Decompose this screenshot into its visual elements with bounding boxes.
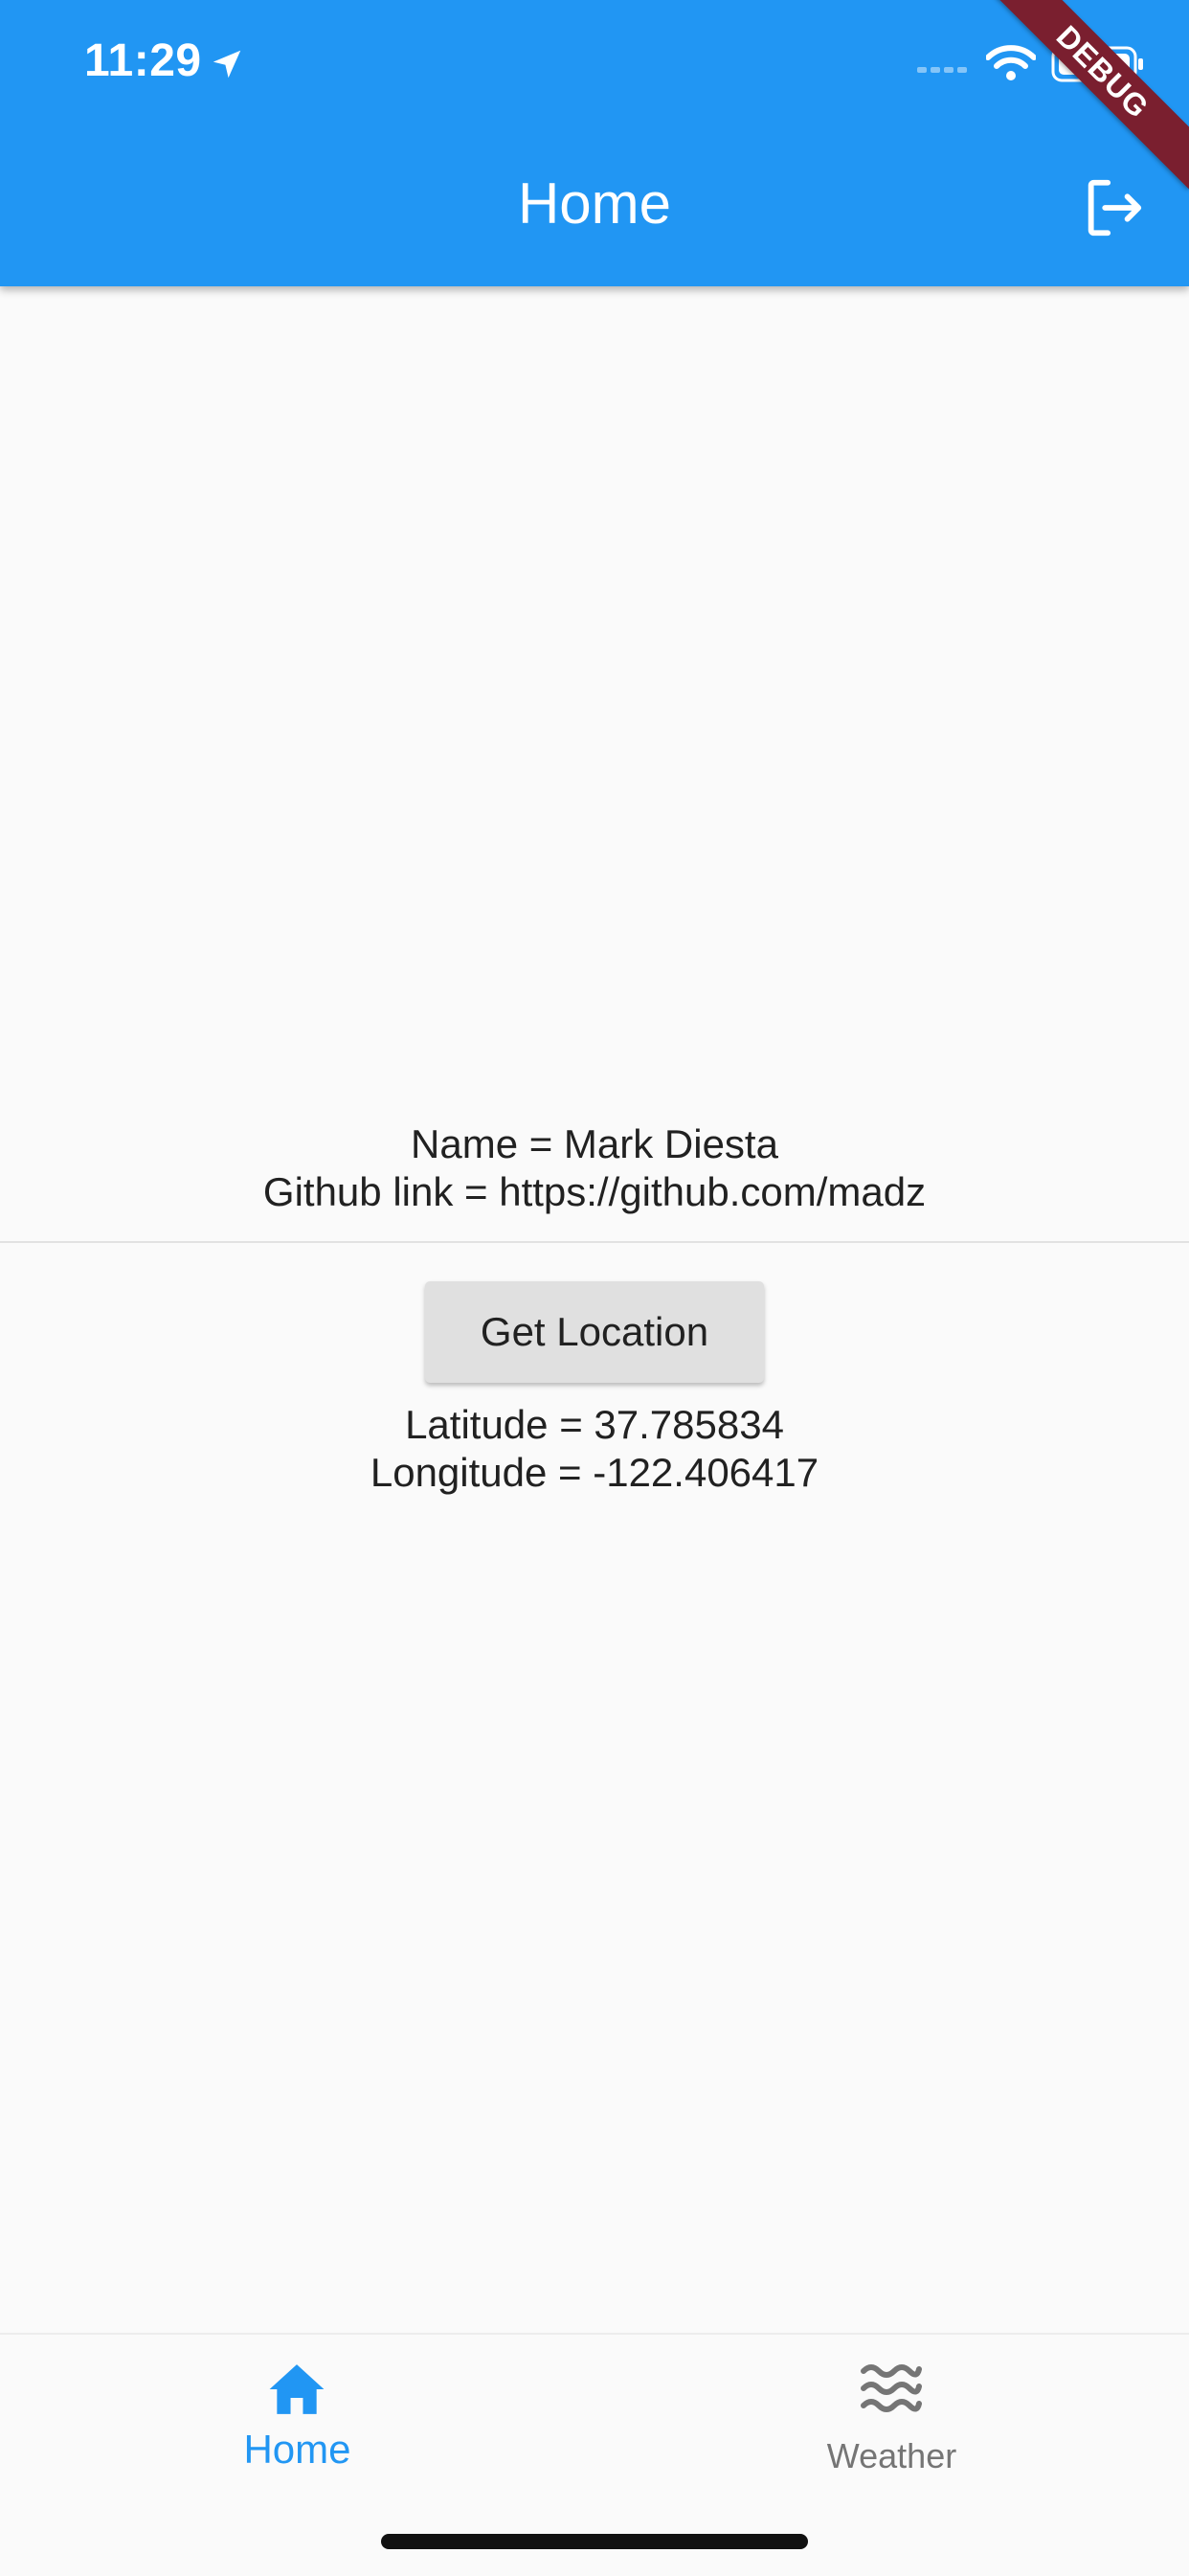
nav-item-weather[interactable]: Weather <box>594 2335 1189 2526</box>
logout-button[interactable] <box>1080 174 1147 241</box>
debug-banner: DEBUG <box>985 0 1189 190</box>
app-bar: 11:29 DEBUG Home <box>0 0 1189 286</box>
cellular-signal-icon <box>917 67 967 73</box>
home-icon <box>269 2364 325 2414</box>
get-location-button[interactable]: Get Location <box>425 1281 764 1383</box>
location-arrow-icon <box>213 50 241 79</box>
page-title: Home <box>517 171 672 236</box>
nav-label-home: Home <box>243 2427 351 2472</box>
divider <box>0 1241 1189 1243</box>
nav-item-home[interactable]: Home <box>0 2335 594 2526</box>
wifi-icon <box>986 45 1036 80</box>
nav-label-weather: Weather <box>826 2436 957 2475</box>
longitude-text: Longitude = -122.406417 <box>370 1450 819 1495</box>
github-link-text: Github link = https://github.com/madz <box>262 1169 927 1214</box>
status-time: 11:29 <box>84 35 202 86</box>
name-text: Name = Mark Diesta <box>411 1121 778 1166</box>
logout-icon <box>1088 179 1142 237</box>
home-indicator <box>381 2534 808 2549</box>
waves-icon <box>861 2364 922 2412</box>
latitude-text: Latitude = 37.785834 <box>405 1402 784 1447</box>
